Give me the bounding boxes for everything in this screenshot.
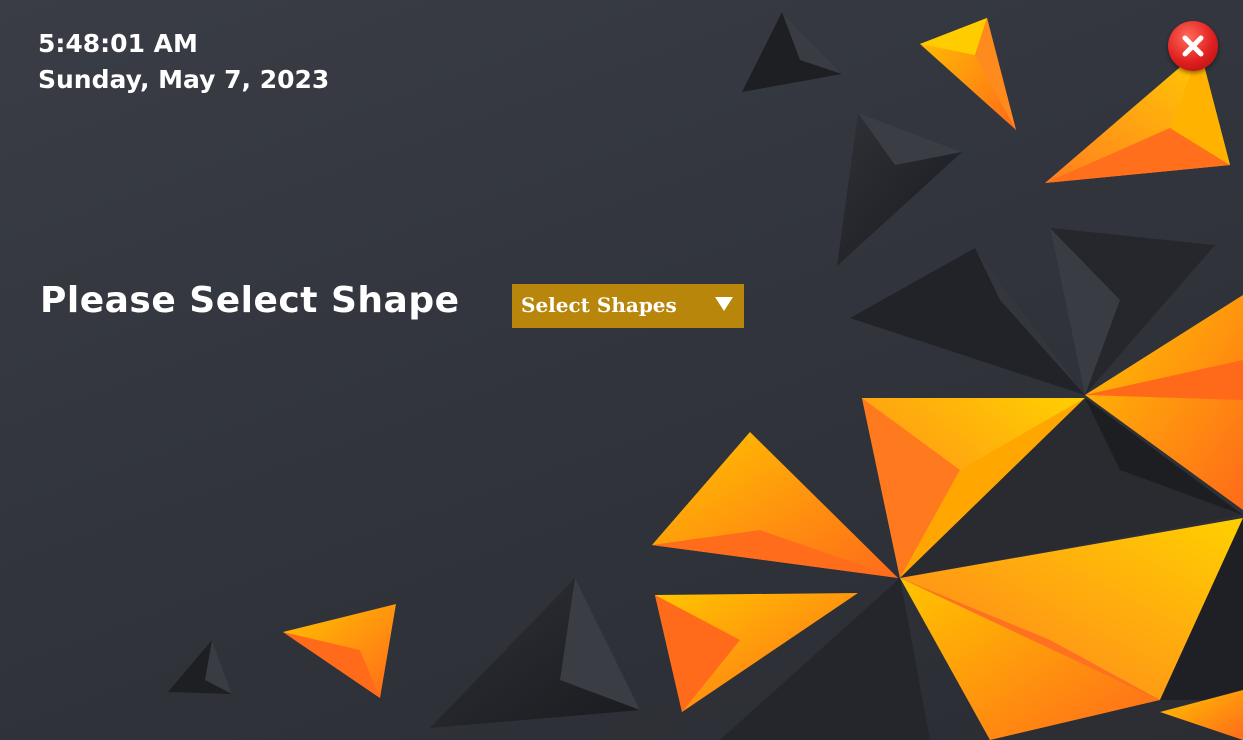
- chevron-down-icon: [715, 297, 733, 311]
- shape-select-dropdown[interactable]: Select Shapes: [512, 284, 744, 328]
- clock: 5:48:01 AM Sunday, May 7, 2023: [38, 26, 329, 98]
- close-icon: [1182, 35, 1204, 57]
- shape-select-value: Select Shapes: [521, 293, 677, 317]
- select-shape-prompt: Please Select Shape: [40, 280, 460, 321]
- decorative-triangles-background: [168, 12, 1243, 740]
- clock-date: Sunday, May 7, 2023: [38, 65, 330, 94]
- close-button[interactable]: [1168, 21, 1218, 71]
- clock-time: 5:48:01 AM: [38, 29, 198, 58]
